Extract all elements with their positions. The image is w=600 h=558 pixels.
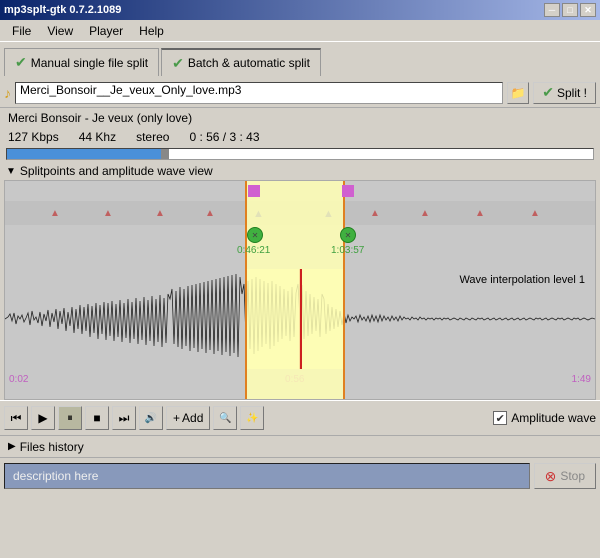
magic-icon: ✨ (246, 413, 258, 424)
tab-batch-check-icon: ✔ (172, 55, 184, 72)
splitpoint-square-left[interactable] (248, 185, 260, 197)
arrow-marker-5: ▲ (370, 208, 380, 219)
arrow-marker-6: ▲ (420, 208, 430, 219)
play-button[interactable]: ▶ (31, 406, 55, 430)
filename-field[interactable]: Merci_Bonsoir__Je_veux_Only_love.mp3 (15, 82, 503, 104)
track-title: Merci Bonsoir - Je veux (only love) (0, 108, 600, 128)
arrow-marker-2: ▲ (103, 208, 113, 219)
amplitude-checkbox[interactable]: ✔ (493, 411, 507, 425)
amplitude-check-icon: ✔ (496, 412, 505, 425)
track-position: 0 : 56 / 3 : 43 (189, 130, 259, 144)
splitpoint-time-right: 1:03:57 (331, 245, 364, 256)
arrow-marker-3: ▲ (155, 208, 165, 219)
add-plus-icon: + (173, 411, 180, 425)
volume-button[interactable]: 🔊 (139, 406, 163, 430)
tab-batch-label: Batch & automatic split (188, 56, 310, 70)
amplitude-label: Amplitude wave (511, 411, 596, 425)
dot-right-x-icon: ✕ (345, 231, 352, 240)
magic-button[interactable]: ✨ (240, 406, 264, 430)
binoculars-button[interactable]: 🔍 (213, 406, 237, 430)
files-history-row[interactable]: ▶ Files history (0, 436, 600, 458)
pause-button[interactable]: ⏸ (58, 406, 82, 430)
stop-action-icon: ⊗ (545, 468, 557, 485)
progress-handle[interactable] (161, 149, 169, 159)
stop-icon: ■ (93, 411, 100, 425)
forward-end-button[interactable]: ⏭ (112, 406, 136, 430)
splitpoint-dot-right[interactable]: ✕ (340, 227, 356, 243)
open-folder-button[interactable]: 📁 (507, 82, 529, 104)
filename-text: Merci_Bonsoir__Je_veux_Only_love.mp3 (20, 83, 241, 97)
forward-end-icon: ⏭ (119, 411, 130, 426)
folder-icon: 📁 (511, 86, 526, 100)
titlebar-title: mp3splt-gtk 0.7.2.1089 (4, 4, 121, 16)
time-marker-right: 1:49 (572, 374, 591, 385)
split-button[interactable]: ✔ Split ! (533, 82, 596, 104)
tab-manual-check-icon: ✔ (15, 54, 27, 71)
progress-bar[interactable] (6, 148, 594, 160)
waveform-area: Wave interpolation level 1 (5, 269, 595, 369)
wave-interp-label: Wave interpolation level 1 (459, 274, 585, 286)
track-bitrate: 127 Kbps (8, 130, 59, 144)
wave-header-label: Splitpoints and amplitude wave view (20, 164, 213, 178)
description-text: description here (13, 469, 98, 483)
arrow-marker-4: ▲ (205, 208, 215, 219)
pause-icon: ⏸ (67, 412, 73, 425)
dot-left-x-icon: ✕ (252, 231, 259, 240)
volume-icon: 🔊 (145, 413, 157, 424)
stop-action-button[interactable]: ⊗ Stop (534, 463, 596, 489)
playhead-line (300, 269, 302, 369)
maximize-button[interactable]: □ (562, 3, 578, 17)
progress-container (0, 146, 600, 162)
menu-player[interactable]: Player (81, 22, 131, 40)
splitpoint-square-right[interactable] (342, 185, 354, 197)
amplitude-check-container[interactable]: ✔ Amplitude wave (493, 411, 596, 425)
arrow-marker-8: ▲ (530, 208, 540, 219)
arrow-marker-7: ▲ (475, 208, 485, 219)
titlebar: mp3splt-gtk 0.7.2.1089 ─ □ ✕ (0, 0, 600, 20)
add-button[interactable]: + Add (166, 406, 210, 430)
track-freq: 44 Khz (79, 130, 116, 144)
splitpoint-time-left: 0:46:21 (237, 245, 270, 256)
menu-view[interactable]: View (39, 22, 81, 40)
titlebar-buttons: ─ □ ✕ (544, 3, 596, 17)
progress-fill (7, 149, 165, 159)
controls-row: ⏮ ▶ ⏸ ■ ⏭ 🔊 + Add 🔍 ✨ ✔ Amplitude wave (0, 400, 600, 436)
tab-manual-label: Manual single file split (31, 56, 148, 70)
tab-manual[interactable]: ✔ Manual single file split (4, 48, 159, 76)
selection-region (245, 181, 345, 399)
filebar: ♪ Merci_Bonsoir__Je_veux_Only_love.mp3 📁… (0, 78, 600, 108)
bottom-bar: description here ⊗ Stop (0, 458, 600, 494)
menu-file[interactable]: File (4, 22, 39, 40)
files-history-arrow-icon: ▶ (8, 441, 16, 452)
menubar: File View Player Help (0, 20, 600, 42)
menu-help[interactable]: Help (131, 22, 172, 40)
description-field[interactable]: description here (4, 463, 530, 489)
stop-action-label: Stop (560, 469, 585, 483)
wave-container[interactable]: ▲ ▲ ▲ ▲ ▲ ▲ ▲ ▲ ▲ ▲ ✕ ✕ 0:46:21 1:03:57 … (4, 180, 596, 400)
track-details: 127 Kbps 44 Khz stereo 0 : 56 / 3 : 43 (0, 128, 600, 146)
rewind-start-button[interactable]: ⏮ (4, 406, 28, 430)
stop-button[interactable]: ■ (85, 406, 109, 430)
splitpoint-dot-left[interactable]: ✕ (247, 227, 263, 243)
split-check-icon: ✔ (542, 84, 554, 101)
binoculars-icon: 🔍 (219, 413, 231, 424)
minimize-button[interactable]: ─ (544, 3, 560, 17)
tabbar: ✔ Manual single file split ✔ Batch & aut… (0, 42, 600, 78)
close-button[interactable]: ✕ (580, 3, 596, 17)
wave-header-arrow-icon: ▼ (6, 166, 16, 177)
split-label: Split ! (557, 86, 587, 100)
time-marker-left: 0:02 (9, 374, 28, 385)
tab-batch[interactable]: ✔ Batch & automatic split (161, 48, 321, 76)
track-mode: stereo (136, 130, 169, 144)
wave-section-header: ▼ Splitpoints and amplitude wave view (0, 162, 600, 180)
add-label: Add (182, 411, 203, 425)
music-icon: ♪ (4, 85, 11, 101)
rewind-start-icon: ⏮ (11, 411, 22, 426)
files-history-label: Files history (20, 440, 84, 454)
arrow-marker-1: ▲ (50, 208, 60, 219)
play-icon: ▶ (38, 411, 47, 425)
track-name: Merci Bonsoir - Je veux (only love) (8, 111, 192, 125)
